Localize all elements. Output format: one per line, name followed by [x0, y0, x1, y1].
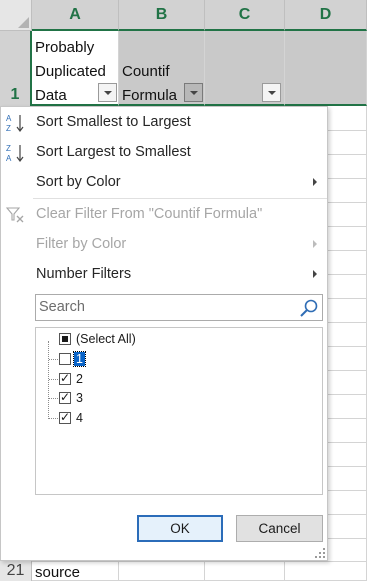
ok-button-label: OK — [170, 521, 190, 536]
list-item[interactable]: 2 — [59, 370, 83, 388]
gridline — [328, 154, 367, 155]
value-checkbox[interactable] — [59, 353, 71, 365]
svg-text:A: A — [6, 154, 12, 163]
number-filters-label: Number Filters — [36, 266, 132, 282]
header-cell-d[interactable] — [285, 31, 367, 106]
filter-dropdown-c[interactable] — [262, 83, 281, 102]
header-cell-a[interactable]: Probably Duplicated Data — [32, 31, 119, 106]
gridline — [328, 538, 367, 539]
column-header-c[interactable]: C — [205, 0, 285, 31]
sort-descending-icon: Z A — [6, 144, 24, 163]
list-item[interactable]: 3 — [59, 389, 83, 407]
svg-text:A: A — [6, 114, 12, 123]
header-a-line-2: Duplicated — [35, 63, 106, 80]
gridline — [328, 514, 367, 515]
select-all-corner[interactable] — [0, 0, 32, 31]
header-cell-b[interactable]: Countif Formula — [119, 31, 205, 106]
dropdown-arrow-icon — [189, 90, 198, 95]
number-filters-item[interactable]: Number Filters — [1, 260, 327, 290]
filter-dropdown-a[interactable] — [98, 83, 117, 102]
filter-dropdown-b[interactable] — [184, 83, 203, 102]
value-label: 1 — [73, 351, 86, 367]
cancel-button-label: Cancel — [258, 521, 301, 536]
gridline — [328, 394, 367, 395]
select-all-checkbox[interactable] — [59, 333, 71, 345]
dropdown-arrow-icon — [267, 90, 276, 95]
gridline — [328, 202, 367, 203]
row-header-1[interactable]: 1 — [0, 31, 32, 106]
svg-text:Z: Z — [6, 124, 11, 133]
clear-filter-label: Clear Filter From "Countif Formula" — [36, 206, 263, 222]
cell-b21[interactable] — [119, 561, 205, 581]
gridline — [328, 490, 367, 491]
gridline — [328, 418, 367, 419]
sort-ascending-item[interactable]: A Z Sort Smallest to Largest — [1, 108, 327, 138]
cell-a21[interactable]: source — [32, 561, 119, 581]
header-b-line-1: Countif — [122, 63, 170, 80]
column-header-b[interactable]: B — [119, 0, 205, 31]
gridline — [328, 370, 367, 371]
sort-ascending-label: Sort Smallest to Largest — [36, 114, 191, 130]
cell-c21[interactable] — [205, 561, 285, 581]
clear-filter-item[interactable]: Clear Filter From "Countif Formula" — [1, 200, 327, 230]
gridline — [328, 466, 367, 467]
column-header-a[interactable]: A — [32, 0, 119, 31]
header-b-line-2: Formula — [122, 87, 178, 104]
value-checkbox[interactable] — [59, 371, 71, 385]
sort-by-color-item[interactable]: Sort by Color — [1, 168, 327, 198]
list-item[interactable]: 4 — [59, 409, 83, 427]
value-label: 2 — [76, 372, 83, 386]
gridline — [328, 274, 367, 275]
gridline — [328, 346, 367, 347]
value-label: 4 — [76, 411, 83, 425]
gridline — [328, 130, 367, 131]
tree-connector — [48, 341, 49, 419]
chevron-right-icon — [313, 178, 317, 186]
cancel-button[interactable]: Cancel — [236, 515, 323, 542]
clear-filter-icon — [5, 207, 24, 223]
header-a-line-1: Probably — [35, 39, 95, 56]
gridline — [328, 322, 367, 323]
dropdown-arrow-icon — [103, 90, 112, 95]
cell-d21[interactable] — [285, 561, 367, 581]
gridline — [328, 226, 367, 227]
search-input[interactable]: Search — [35, 294, 323, 321]
sort-descending-label: Sort Largest to Smallest — [36, 144, 191, 160]
ok-button[interactable]: OK — [137, 515, 223, 542]
chevron-right-icon — [313, 270, 317, 278]
cell-a21-text: source — [35, 564, 81, 581]
sort-descending-item[interactable]: Z A Sort Largest to Smallest — [1, 138, 327, 168]
search-placeholder: Search — [39, 299, 85, 315]
gridline — [328, 298, 367, 299]
gridline — [328, 250, 367, 251]
value-checkbox[interactable] — [59, 390, 71, 404]
header-cell-c[interactable] — [205, 31, 285, 106]
header-a-line-3: Data — [35, 87, 67, 104]
filter-by-color-item[interactable]: Filter by Color — [1, 230, 327, 260]
search-icon[interactable] — [299, 298, 319, 318]
gridline — [328, 178, 367, 179]
value-label: 3 — [76, 391, 83, 405]
svg-text:Z: Z — [6, 144, 11, 153]
gridline — [328, 442, 367, 443]
resize-grip[interactable] — [315, 548, 325, 558]
chevron-right-icon — [313, 240, 317, 248]
filter-values-list[interactable]: (Select All) 1 2 3 4 — [35, 327, 323, 495]
row-header-21[interactable]: 21 — [0, 561, 32, 581]
filter-by-color-label: Filter by Color — [36, 236, 127, 252]
value-checkbox[interactable] — [59, 410, 71, 424]
list-item-select-all[interactable]: (Select All) — [59, 330, 136, 348]
autofilter-dropdown-panel: A Z Sort Smallest to Largest Z A Sort La… — [0, 106, 328, 561]
list-item[interactable]: 1 — [59, 350, 86, 368]
column-header-d[interactable]: D — [285, 0, 367, 31]
menu-separator — [33, 198, 327, 199]
select-all-label: (Select All) — [76, 332, 136, 346]
sort-ascending-icon: A Z — [6, 114, 24, 133]
sort-by-color-label: Sort by Color — [36, 174, 121, 190]
